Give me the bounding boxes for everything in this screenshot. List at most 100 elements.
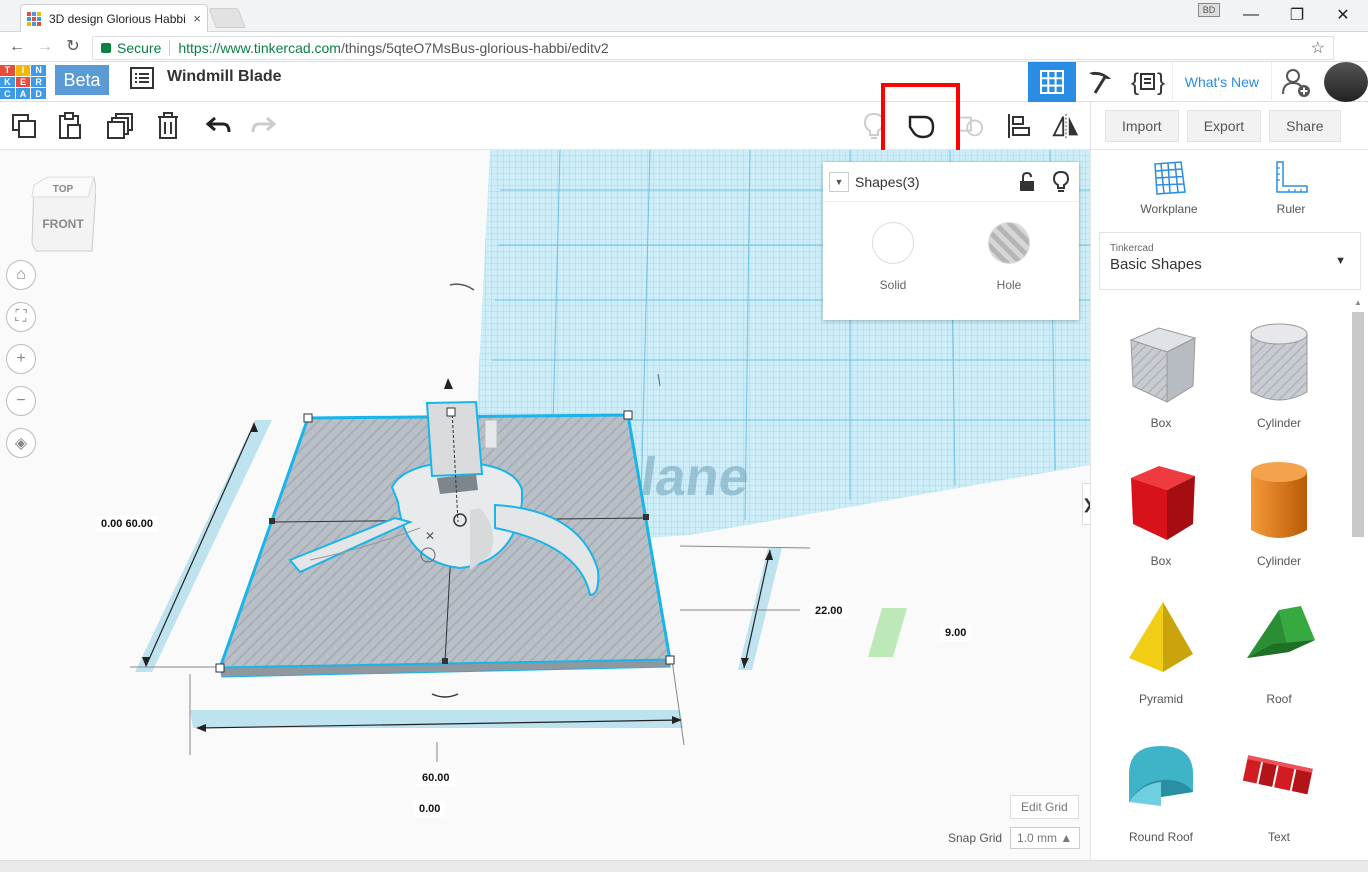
ortho-view-button[interactable]: ◈ (6, 428, 36, 458)
home-view-button[interactable]: ⌂ (6, 260, 36, 290)
user-avatar[interactable] (1324, 62, 1368, 102)
shape-label-roof: Roof (1266, 692, 1292, 706)
solid-option[interactable]: Solid (853, 222, 933, 294)
whats-new-link[interactable]: What's New (1171, 62, 1272, 102)
svg-text:}: } (1157, 69, 1165, 96)
hole-option[interactable]: Hole (969, 222, 1049, 294)
bottom-scrollbar[interactable] (0, 860, 1368, 872)
sidebar-toggle-button[interactable]: ❯ (1082, 483, 1090, 525)
library-group-label: Tinkercad (1110, 243, 1154, 254)
export-button[interactable]: Export (1186, 109, 1262, 142)
duplicate-icon (107, 113, 133, 139)
zoom-in-button[interactable]: + (6, 344, 36, 374)
height-dimension-label[interactable]: 22.00 (810, 603, 848, 619)
origin-dimension-label[interactable]: 0.00 (414, 801, 446, 817)
duplicate-button[interactable] (106, 112, 134, 140)
workplane-tool-label: Workplane (1140, 202, 1198, 216)
redo-button[interactable] (250, 112, 278, 140)
hole-swatch (988, 222, 1030, 264)
hint-lightbulb-icon[interactable] (1049, 170, 1073, 194)
window-restore-button[interactable]: ❐ (1282, 4, 1312, 26)
group-button[interactable] (956, 112, 984, 140)
workplane-canvas[interactable]: Workplane (0, 150, 1090, 860)
shape-inspector-title: Shapes(3) (855, 173, 920, 190)
sidebar-scrollbar[interactable] (1352, 312, 1364, 537)
shape-tile-box-hole[interactable]: Box (1101, 310, 1221, 440)
address-bar[interactable]: Secure https://www.tinkercad.com /things… (92, 36, 1334, 60)
shape-label-box: Box (1150, 554, 1172, 568)
share-button[interactable]: Share (1269, 109, 1341, 142)
shape-tile-text[interactable]: Text (1219, 724, 1339, 854)
copy-button[interactable] (10, 112, 38, 140)
invite-user-button[interactable] (1272, 62, 1320, 102)
minecraft-pickaxe-button[interactable] (1076, 62, 1124, 102)
shape-label-text: Text (1267, 830, 1290, 844)
view-cube[interactable]: TOP FRONT (30, 175, 97, 253)
shape-tile-pyramid[interactable]: Pyramid (1101, 586, 1221, 716)
edit-grid-button[interactable]: Edit Grid (1010, 795, 1079, 819)
undo-button[interactable] (204, 112, 232, 140)
mirror-button[interactable] (1052, 112, 1080, 140)
width-dim-bar (190, 710, 683, 728)
box-hole-icon (1129, 327, 1197, 403)
shape-tile-round-roof[interactable]: Round Roof (1101, 724, 1221, 854)
codeblocks-button[interactable]: {} (1124, 62, 1172, 102)
reload-button[interactable]: ↻ (62, 36, 84, 58)
depth-dimension-label[interactable]: 0.00 60.00 (96, 516, 159, 532)
new-tab-button[interactable] (208, 8, 246, 28)
svg-text:{: { (1131, 69, 1139, 96)
view-switcher: {} What's New (1027, 62, 1368, 102)
bookmark-star-icon[interactable]: ☆ (1311, 38, 1325, 58)
shape-tile-box[interactable]: Box (1101, 448, 1221, 578)
url-host: https://www.tinkercad.com (178, 40, 341, 56)
delete-button[interactable] (154, 112, 182, 140)
cylinder-icon (1251, 462, 1307, 538)
design-list-icon[interactable] (130, 67, 154, 89)
depth-dimension-a: 0.00 (101, 518, 123, 530)
grid-view-button[interactable] (1027, 62, 1076, 102)
elevation-dimension-label[interactable]: 9.00 (940, 625, 972, 641)
app-header: T I N K E R C A D Beta Windmill Blade {}… (0, 62, 1368, 102)
browser-tab-active[interactable]: 3D design Glorious Habbi × (20, 4, 208, 32)
design-title[interactable]: Windmill Blade (167, 68, 282, 86)
shape-tile-cylinder-hole[interactable]: Cylinder (1219, 310, 1339, 440)
scroll-up-arrow-icon[interactable]: ▲ (1354, 298, 1362, 307)
redo-icon (251, 116, 277, 133)
beta-badge: Beta (55, 65, 109, 95)
shape-tile-roof[interactable]: Roof (1219, 586, 1339, 716)
tinkercad-logo[interactable]: T I N K E R C A D (0, 65, 46, 99)
shape-tile-cylinder[interactable]: Cylinder (1219, 448, 1339, 578)
paste-button[interactable] (56, 112, 84, 140)
align-button[interactable] (1005, 112, 1033, 140)
shape-library-select[interactable]: Tinkercad Basic Shapes ▼ (1099, 232, 1361, 290)
rotate-handle-bottom (431, 693, 459, 698)
shape-label-box-hole: Box (1150, 416, 1172, 430)
collapse-caret-icon[interactable]: ▼ (829, 171, 849, 192)
elevation-dim-bar (868, 608, 907, 657)
share-actions: Import Export Share (1090, 102, 1368, 150)
solid-label: Solid (879, 278, 907, 292)
copy-icon (12, 114, 36, 138)
snap-grid-select[interactable]: 1.0 mm ▲ (1010, 827, 1080, 849)
profile-indicator-icon[interactable]: BD (1198, 3, 1220, 17)
back-button[interactable]: ← (6, 36, 28, 58)
lock-toggle-icon[interactable] (1015, 170, 1039, 194)
tab-close-icon[interactable]: × (193, 11, 201, 26)
window-close-button[interactable]: ✕ (1328, 4, 1358, 26)
forward-button[interactable]: → (34, 36, 56, 58)
ruler-icon (1276, 161, 1308, 193)
shape-label-cylinder: Cylinder (1256, 554, 1301, 568)
round-roof-icon (1129, 746, 1193, 806)
zoom-out-button[interactable]: − (6, 386, 36, 416)
add-user-icon (1282, 69, 1310, 97)
shape-inspector-panel: ▼ Shapes(3) Solid Hole (823, 162, 1079, 320)
import-button[interactable]: Import (1105, 109, 1179, 142)
workplane-tool[interactable]: Workplane (1119, 160, 1219, 216)
solid-swatch (872, 222, 914, 264)
pyramid-icon (1129, 602, 1193, 672)
roof-icon (1247, 606, 1315, 658)
window-minimize-button[interactable]: — (1236, 4, 1266, 26)
width-dimension-label[interactable]: 60.00 (417, 770, 455, 786)
fit-view-button[interactable]: ⛶ (6, 302, 36, 332)
ruler-tool[interactable]: Ruler (1241, 160, 1341, 216)
